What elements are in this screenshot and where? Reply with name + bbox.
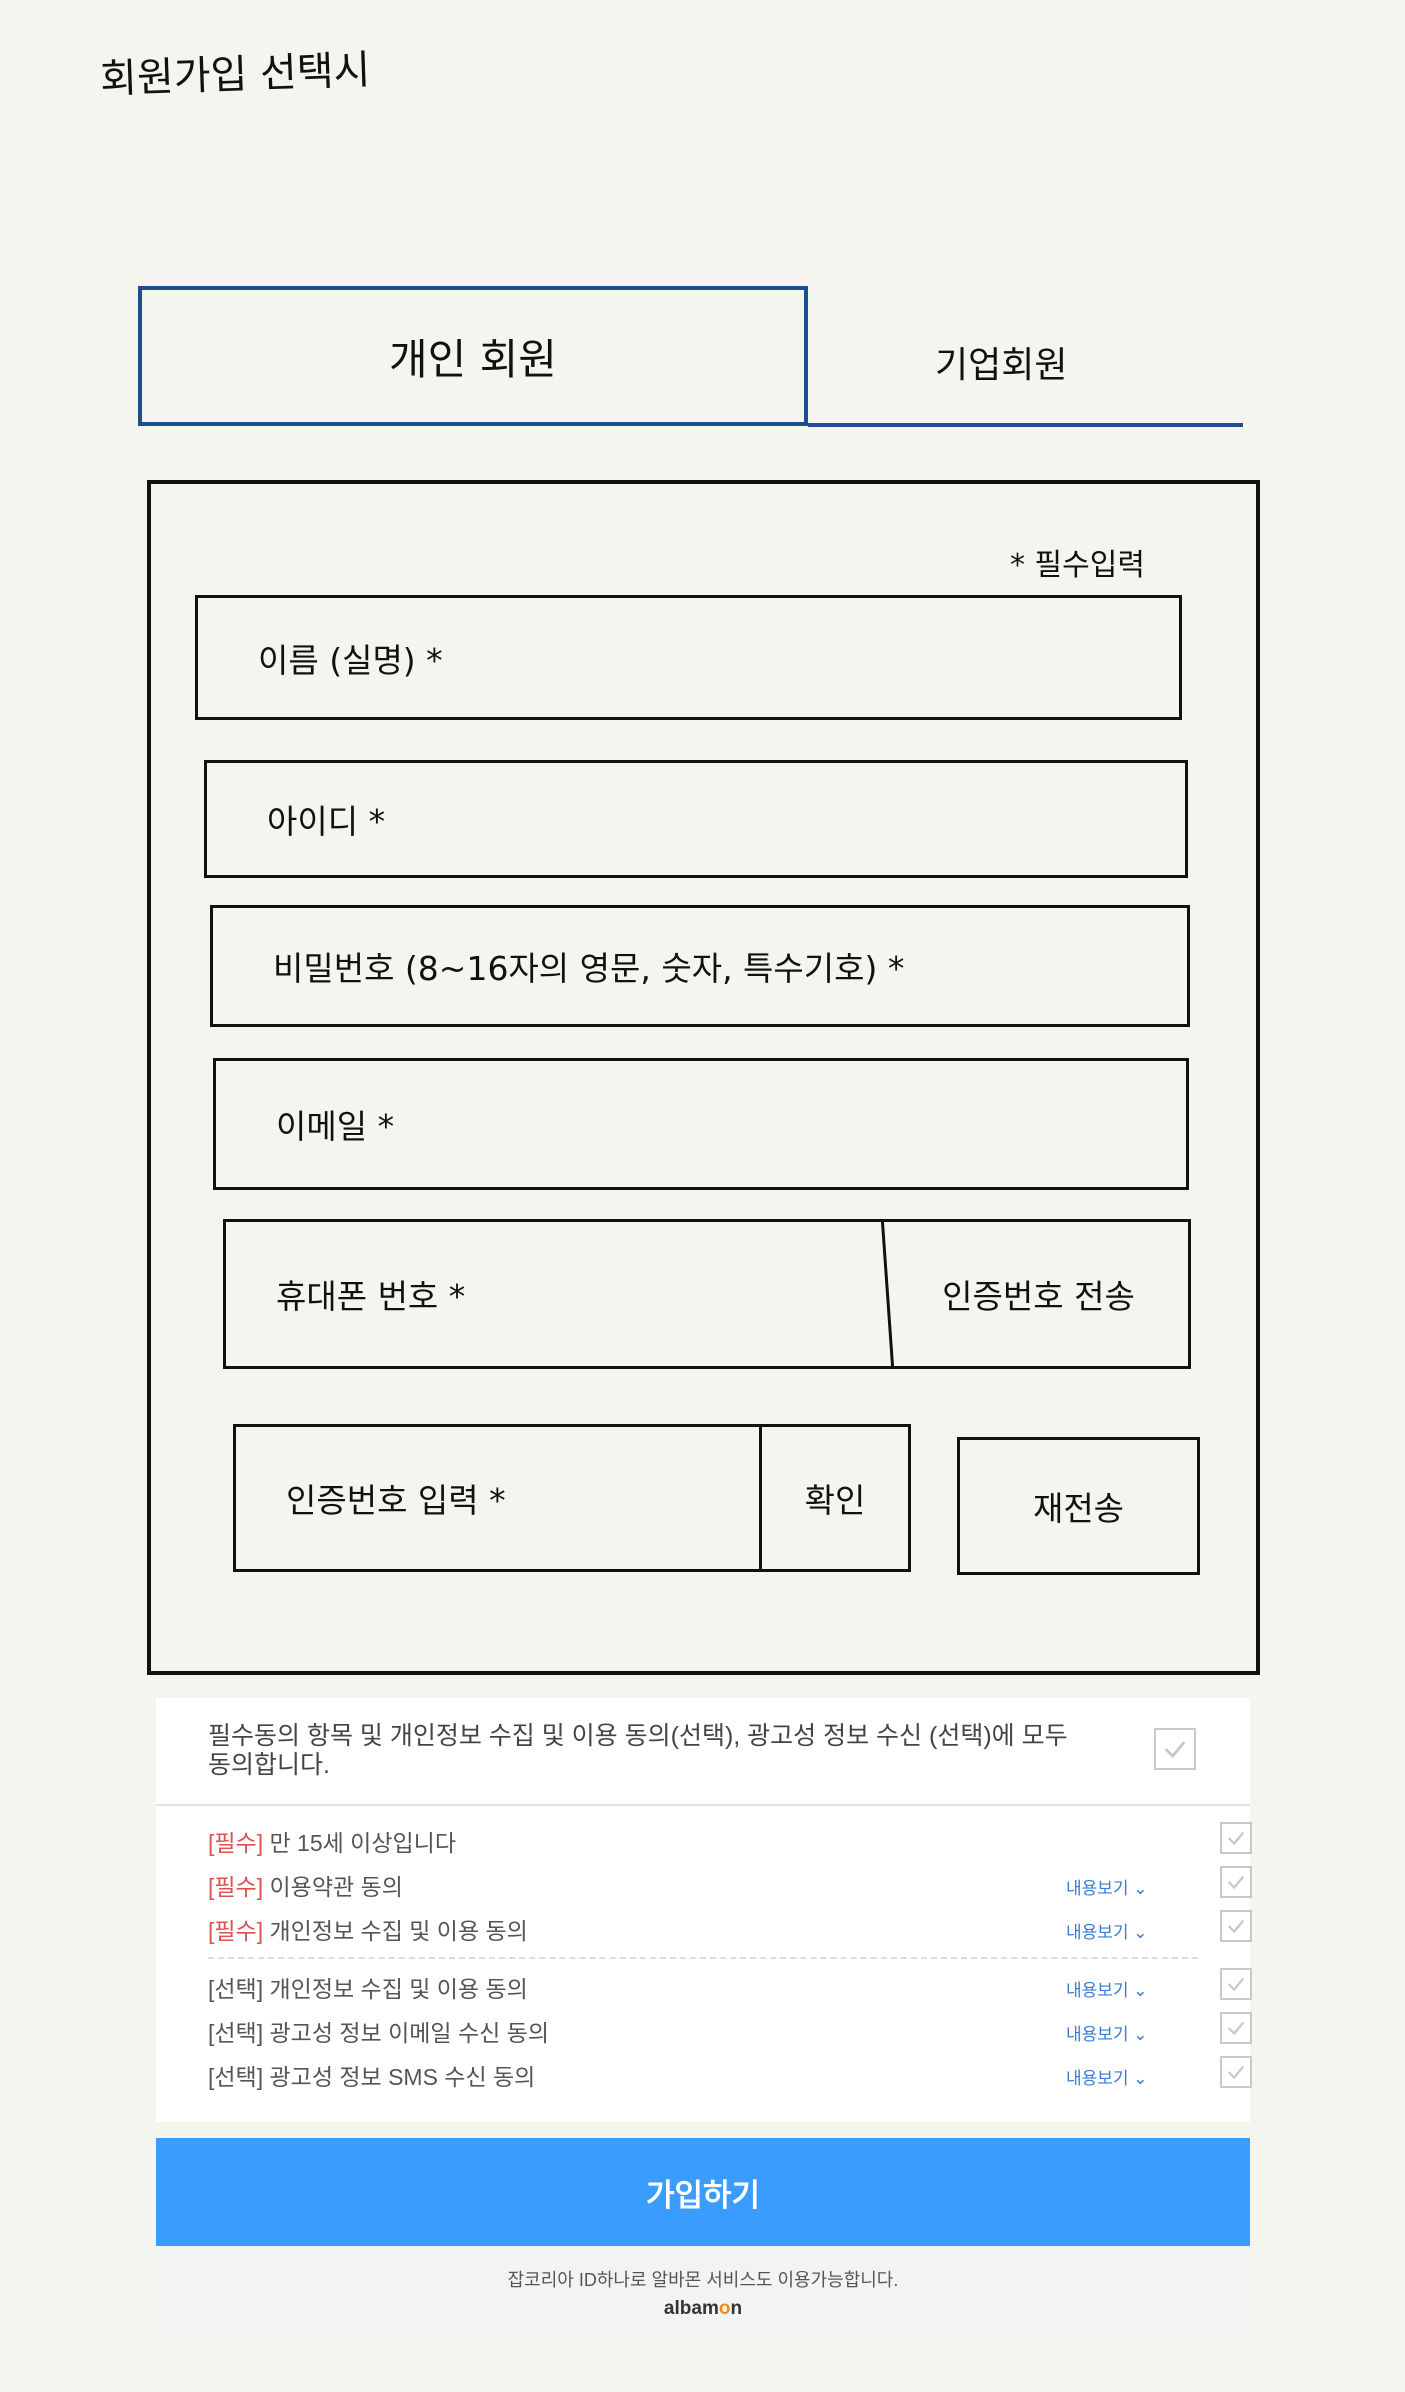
- divider: [208, 1957, 1198, 1959]
- check-icon: [1227, 1831, 1245, 1846]
- name-field[interactable]: 이름 (실명) *: [195, 595, 1182, 720]
- logo-part: n: [730, 2298, 743, 2319]
- tab-underline: [808, 423, 1243, 427]
- agreement-checkbox[interactable]: [1220, 1910, 1252, 1942]
- optional-tag: [선택]: [208, 1976, 264, 2002]
- agreement-checkbox[interactable]: [1220, 2056, 1252, 2088]
- view-details-link[interactable]: 내용보기 ⌄: [1066, 1976, 1148, 2001]
- logo-part: o: [718, 2298, 731, 2319]
- email-field[interactable]: 이메일 *: [213, 1058, 1189, 1190]
- logo-part: albam: [663, 2298, 719, 2319]
- chevron-down-icon: ⌄: [1133, 2025, 1148, 2044]
- password-field[interactable]: 비밀번호 (8~16자의 영문, 숫자, 특수기호) *: [210, 905, 1190, 1027]
- required-note: * 필수입력: [1010, 548, 1145, 583]
- agreement-box: 필수동의 항목 및 개인정보 수집 및 이용 동의(선택), 광고성 정보 수신…: [156, 1698, 1252, 2122]
- agreement-item: [선택] 광고성 정보 SMS 수신 동의 내용보기 ⌄: [208, 2056, 1252, 2094]
- chevron-down-icon: ⌄: [1133, 1981, 1148, 2000]
- view-details-label: 내용보기: [1066, 2069, 1129, 2088]
- view-details-label: 내용보기: [1066, 1923, 1129, 1942]
- verification-code-field[interactable]: 인증번호 입력 *: [286, 1427, 506, 1569]
- required-tag: [필수]: [208, 1918, 264, 1944]
- view-details-link[interactable]: 내용보기 ⌄: [1066, 1874, 1148, 1899]
- view-details-label: 내용보기: [1066, 1981, 1129, 2000]
- agreement-text: 개인정보 수집 및 이용 동의: [263, 1918, 528, 1944]
- chevron-down-icon: ⌄: [1133, 1923, 1148, 1942]
- required-tag: [필수]: [208, 1874, 264, 1900]
- view-details-link[interactable]: 내용보기 ⌄: [1066, 2020, 1148, 2045]
- send-code-button[interactable]: 인증번호 전송: [889, 1222, 1188, 1366]
- view-details-label: 내용보기: [1066, 2025, 1129, 2044]
- agree-all-row: 필수동의 항목 및 개인정보 수집 및 이용 동의(선택), 광고성 정보 수신…: [156, 1698, 1250, 1806]
- agreement-text: 개인정보 수집 및 이용 동의: [263, 1976, 528, 2002]
- verification-code-group: 인증번호 입력 * 확인: [233, 1424, 911, 1572]
- agree-all-text: 필수동의 항목 및 개인정보 수집 및 이용 동의(선택), 광고성 정보 수신…: [208, 1722, 1068, 1779]
- id-field[interactable]: 아이디 *: [204, 760, 1188, 878]
- required-tag: [필수]: [208, 1830, 264, 1856]
- optional-tag: [선택]: [208, 2064, 264, 2090]
- albamon-logo: albamon: [156, 2298, 1250, 2320]
- agreement-item: [선택] 광고성 정보 이메일 수신 동의 내용보기 ⌄: [208, 2012, 1252, 2050]
- agreement-text: 광고성 정보 이메일 수신 동의: [263, 2020, 549, 2046]
- chevron-down-icon: ⌄: [1133, 1879, 1148, 1898]
- agreement-item: [필수] 개인정보 수집 및 이용 동의 내용보기 ⌄: [208, 1910, 1252, 1948]
- agreement-text: 광고성 정보 SMS 수신 동의: [263, 2064, 536, 2090]
- agreement-checkbox[interactable]: [1220, 2012, 1252, 2044]
- check-icon: [1227, 2065, 1245, 2080]
- check-icon: [1227, 1919, 1245, 1934]
- view-details-link[interactable]: 내용보기 ⌄: [1066, 2064, 1148, 2089]
- agreement-text: 이용약관 동의: [263, 1874, 403, 1900]
- page-title: 회원가입 선택시: [99, 47, 372, 103]
- footer-text: 잡코리아 ID하나로 알바몬 서비스도 이용가능합니다.: [507, 2270, 899, 2290]
- optional-tag: [선택]: [208, 2020, 264, 2046]
- agreement-checkbox[interactable]: [1220, 1968, 1252, 2000]
- agreement-item: [선택] 개인정보 수집 및 이용 동의 내용보기 ⌄: [208, 1968, 1252, 2006]
- agreement-text: 만 15세 이상입니다: [263, 1830, 456, 1856]
- agreement-item: [필수] 만 15세 이상입니다: [208, 1822, 1252, 1860]
- tab-personal-member[interactable]: 개인 회원: [138, 286, 808, 426]
- check-icon: [1227, 1977, 1245, 1992]
- tab-company-member[interactable]: 기업회원: [935, 336, 1067, 388]
- view-details-link[interactable]: 내용보기 ⌄: [1066, 1918, 1148, 1943]
- footer: 잡코리아 ID하나로 알바몬 서비스도 이용가능합니다. albamon: [156, 2246, 1250, 2336]
- phone-field[interactable]: 휴대폰 번호 *: [276, 1222, 465, 1366]
- confirm-button[interactable]: 확인: [762, 1427, 908, 1569]
- phone-field-group: 휴대폰 번호 * 인증번호 전송: [223, 1219, 1191, 1369]
- agreement-checkbox[interactable]: [1220, 1866, 1252, 1898]
- chevron-down-icon: ⌄: [1133, 2069, 1148, 2088]
- agree-all-checkbox[interactable]: [1154, 1728, 1196, 1770]
- resend-button[interactable]: 재전송: [957, 1437, 1200, 1575]
- check-icon: [1227, 2021, 1245, 2036]
- check-icon: [1164, 1741, 1186, 1759]
- agreement-checkbox[interactable]: [1220, 1822, 1252, 1854]
- agreement-item: [필수] 이용약관 동의 내용보기 ⌄: [208, 1866, 1252, 1904]
- view-details-label: 내용보기: [1066, 1879, 1129, 1898]
- check-icon: [1227, 1875, 1245, 1890]
- signup-submit-button[interactable]: 가입하기: [156, 2138, 1250, 2246]
